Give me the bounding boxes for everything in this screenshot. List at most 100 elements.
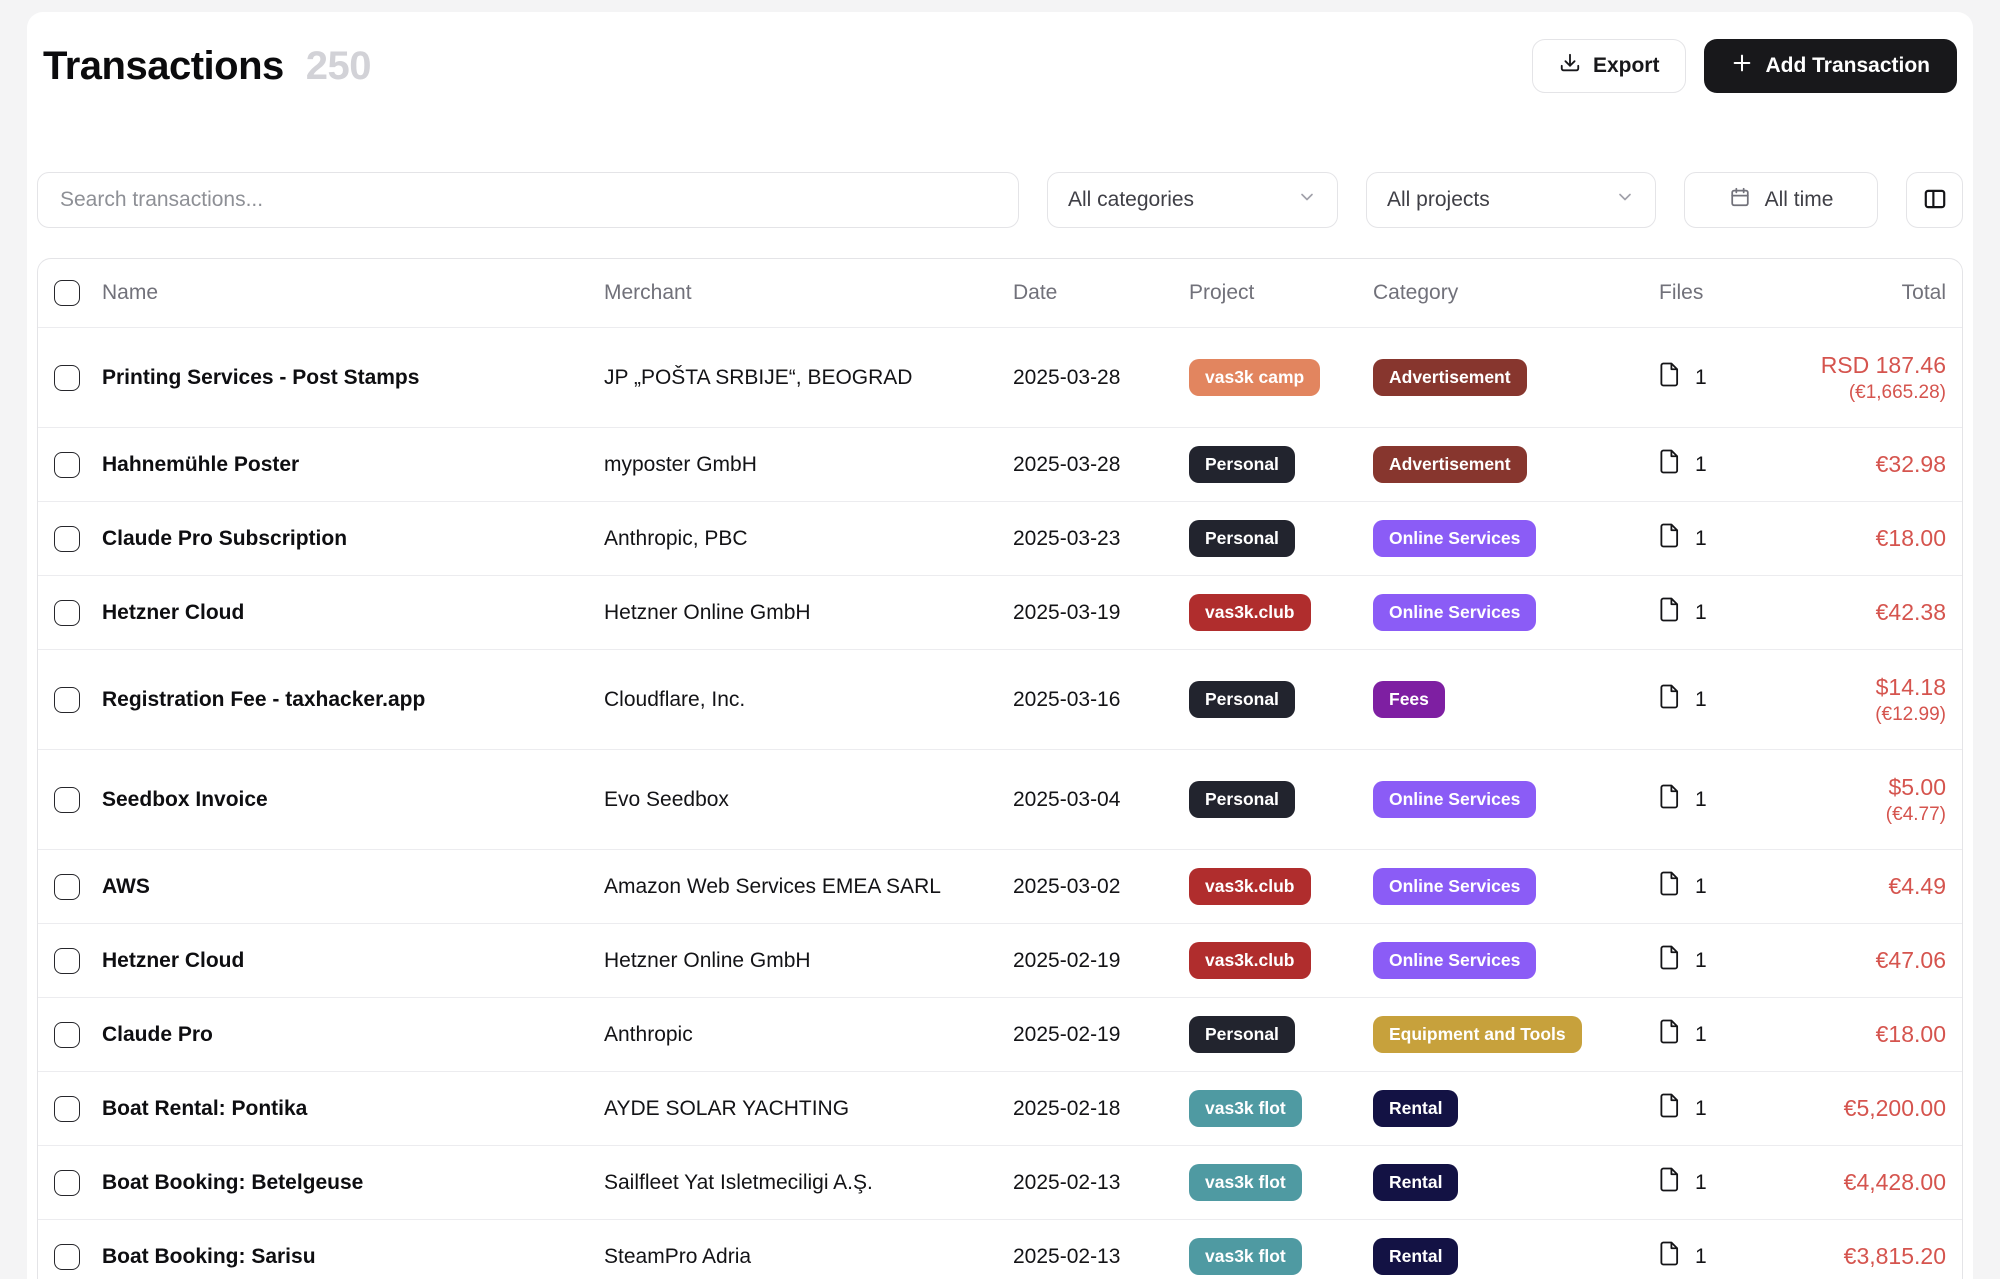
row-files-cell[interactable]: 1 [1659, 362, 1781, 393]
row-files-cell[interactable]: 1 [1659, 1093, 1781, 1124]
category-badge[interactable]: Rental [1373, 1238, 1458, 1275]
project-badge[interactable]: vas3k flot [1189, 1090, 1302, 1127]
project-badge[interactable]: vas3k.club [1189, 594, 1311, 631]
time-filter[interactable]: All time [1684, 172, 1878, 228]
column-header-project[interactable]: Project [1189, 281, 1373, 305]
transaction-row[interactable]: Boat Rental: Pontika AYDE SOLAR YACHTING… [38, 1071, 1962, 1145]
row-date: 2025-02-19 [1013, 1023, 1189, 1047]
category-badge[interactable]: Online Services [1373, 868, 1536, 905]
row-name[interactable]: Boat Booking: Sarisu [102, 1245, 604, 1269]
category-badge[interactable]: Advertisement [1373, 446, 1527, 483]
row-name[interactable]: Claude Pro [102, 1023, 604, 1047]
row-total: $14.18 [1781, 674, 1946, 701]
row-name[interactable]: Boat Booking: Betelgeuse [102, 1171, 604, 1195]
row-files-cell[interactable]: 1 [1659, 871, 1781, 902]
column-header-date[interactable]: Date [1013, 281, 1189, 305]
transaction-row[interactable]: Seedbox Invoice Evo Seedbox 2025-03-04 P… [38, 749, 1962, 849]
row-files-cell[interactable]: 1 [1659, 945, 1781, 976]
row-files-cell[interactable]: 1 [1659, 1167, 1781, 1198]
file-count: 1 [1695, 1245, 1707, 1269]
project-badge[interactable]: vas3k camp [1189, 359, 1320, 396]
row-checkbox[interactable] [54, 365, 80, 391]
category-badge[interactable]: Online Services [1373, 520, 1536, 557]
transaction-row[interactable]: Hetzner Cloud Hetzner Online GmbH 2025-0… [38, 575, 1962, 649]
projects-filter[interactable]: All projects [1366, 172, 1656, 228]
transaction-row[interactable]: Printing Services - Post Stamps JP „POŠT… [38, 327, 1962, 427]
project-badge[interactable]: Personal [1189, 1016, 1295, 1053]
category-badge[interactable]: Rental [1373, 1164, 1458, 1201]
row-files-cell[interactable]: 1 [1659, 597, 1781, 628]
row-checkbox[interactable] [54, 1022, 80, 1048]
row-checkbox[interactable] [54, 1170, 80, 1196]
table-body: Printing Services - Post Stamps JP „POŠT… [38, 327, 1962, 1279]
transaction-row[interactable]: Claude Pro Anthropic 2025-02-19 Personal… [38, 997, 1962, 1071]
column-header-merchant[interactable]: Merchant [604, 281, 1013, 305]
column-header-total[interactable]: Total [1781, 281, 1962, 305]
transaction-row[interactable]: Registration Fee - taxhacker.app Cloudfl… [38, 649, 1962, 749]
row-name[interactable]: Registration Fee - taxhacker.app [102, 688, 604, 712]
transaction-row[interactable]: Hahnemühle Poster myposter GmbH 2025-03-… [38, 427, 1962, 501]
category-badge[interactable]: Fees [1373, 681, 1445, 718]
row-checkbox[interactable] [54, 874, 80, 900]
transaction-row[interactable]: Hetzner Cloud Hetzner Online GmbH 2025-0… [38, 923, 1962, 997]
row-merchant: Anthropic, PBC [604, 527, 1013, 551]
category-badge[interactable]: Online Services [1373, 781, 1536, 818]
row-checkbox[interactable] [54, 452, 80, 478]
search-input[interactable] [37, 172, 1019, 228]
row-name[interactable]: Seedbox Invoice [102, 788, 604, 812]
transaction-row[interactable]: Boat Booking: Sarisu SteamPro Adria 2025… [38, 1219, 1962, 1279]
row-check-cell [38, 526, 102, 552]
column-header-files[interactable]: Files [1659, 281, 1781, 305]
project-badge[interactable]: vas3k flot [1189, 1238, 1302, 1275]
transaction-row[interactable]: Claude Pro Subscription Anthropic, PBC 2… [38, 501, 1962, 575]
transaction-row[interactable]: Boat Booking: Betelgeuse Sailfleet Yat I… [38, 1145, 1962, 1219]
file-count: 1 [1695, 688, 1707, 712]
category-badge[interactable]: Equipment and Tools [1373, 1016, 1582, 1053]
category-badge[interactable]: Rental [1373, 1090, 1458, 1127]
row-checkbox[interactable] [54, 600, 80, 626]
row-name[interactable]: Hetzner Cloud [102, 601, 604, 625]
row-checkbox[interactable] [54, 787, 80, 813]
row-checkbox[interactable] [54, 687, 80, 713]
project-badge[interactable]: vas3k.club [1189, 868, 1311, 905]
row-total-cell: $14.18 (€12.99) [1781, 674, 1962, 726]
row-category-cell: Advertisement [1373, 359, 1659, 396]
row-name[interactable]: AWS [102, 875, 604, 899]
row-merchant: Hetzner Online GmbH [604, 601, 1013, 625]
row-files-cell[interactable]: 1 [1659, 449, 1781, 480]
project-badge[interactable]: Personal [1189, 681, 1295, 718]
project-badge[interactable]: Personal [1189, 781, 1295, 818]
project-badge[interactable]: Personal [1189, 446, 1295, 483]
row-checkbox[interactable] [54, 948, 80, 974]
row-checkbox[interactable] [54, 1244, 80, 1270]
column-header-name[interactable]: Name [102, 281, 604, 305]
row-name[interactable]: Hetzner Cloud [102, 949, 604, 973]
title-wrap: Transactions 250 [43, 44, 371, 89]
row-files-cell[interactable]: 1 [1659, 523, 1781, 554]
row-checkbox[interactable] [54, 526, 80, 552]
add-transaction-button[interactable]: Add Transaction [1704, 39, 1957, 93]
column-settings-button[interactable] [1906, 172, 1963, 228]
row-name[interactable]: Hahnemühle Poster [102, 453, 604, 477]
project-badge[interactable]: Personal [1189, 520, 1295, 557]
row-total-converted: (€12.99) [1781, 704, 1946, 726]
export-button[interactable]: Export [1532, 39, 1687, 93]
row-files-cell[interactable]: 1 [1659, 684, 1781, 715]
row-files-cell[interactable]: 1 [1659, 1241, 1781, 1272]
row-files-cell[interactable]: 1 [1659, 1019, 1781, 1050]
category-badge[interactable]: Advertisement [1373, 359, 1527, 396]
row-files-cell[interactable]: 1 [1659, 784, 1781, 815]
category-badge[interactable]: Online Services [1373, 594, 1536, 631]
project-badge[interactable]: vas3k flot [1189, 1164, 1302, 1201]
select-all-checkbox[interactable] [54, 280, 80, 306]
project-badge[interactable]: vas3k.club [1189, 942, 1311, 979]
column-header-category[interactable]: Category [1373, 281, 1659, 305]
transaction-row[interactable]: AWS Amazon Web Services EMEA SARL 2025-0… [38, 849, 1962, 923]
row-checkbox[interactable] [54, 1096, 80, 1122]
row-name[interactable]: Claude Pro Subscription [102, 527, 604, 551]
row-category-cell: Online Services [1373, 868, 1659, 905]
row-name[interactable]: Boat Rental: Pontika [102, 1097, 604, 1121]
category-badge[interactable]: Online Services [1373, 942, 1536, 979]
row-name[interactable]: Printing Services - Post Stamps [102, 366, 604, 390]
categories-filter[interactable]: All categories [1047, 172, 1338, 228]
